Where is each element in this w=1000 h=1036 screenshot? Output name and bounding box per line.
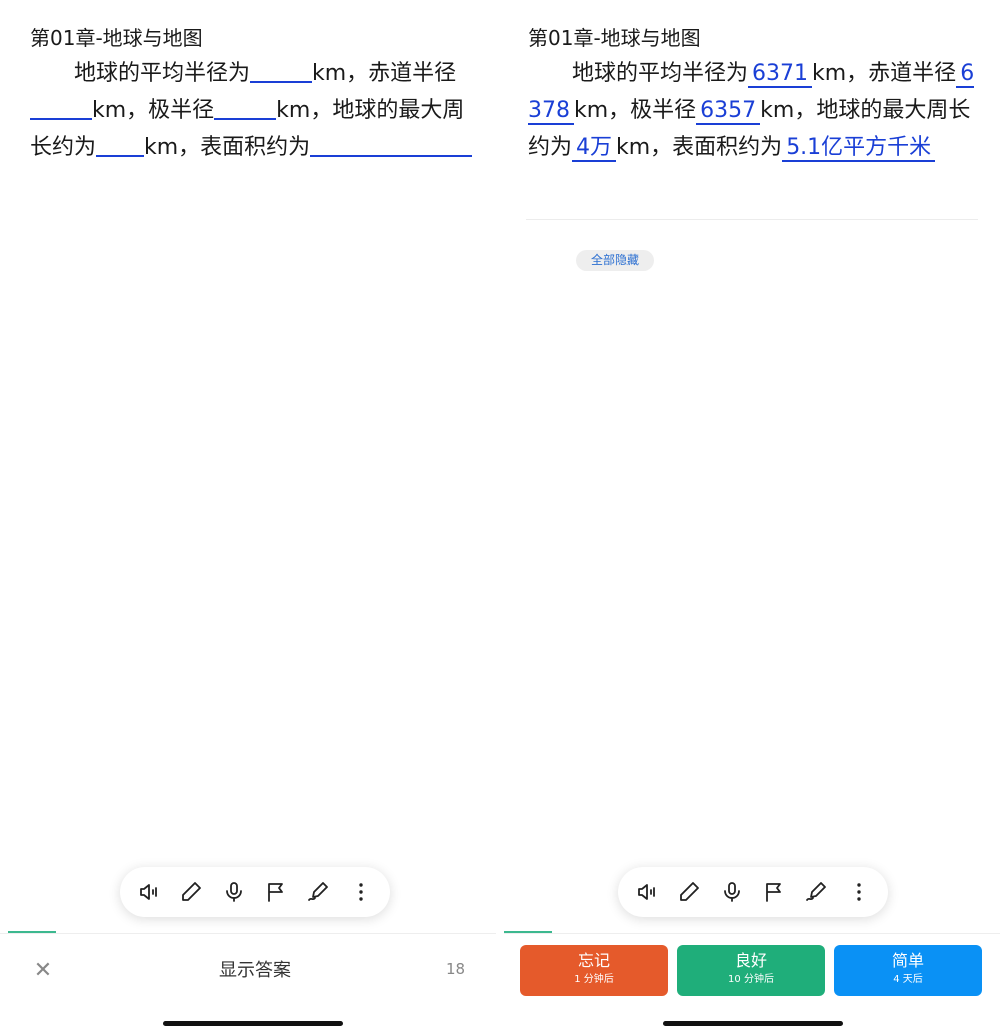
hide-all-button[interactable]: 全部隐藏 [576, 250, 654, 271]
microphone-icon[interactable] [715, 875, 749, 909]
deck-title: 第01章-地球与地图 [528, 26, 701, 50]
good-button[interactable]: 良好 10 分钟后 [677, 945, 825, 996]
easy-button[interactable]: 简单 4 天后 [834, 945, 982, 996]
speaker-icon[interactable] [630, 875, 664, 909]
show-answer-button[interactable]: 显示答案 [190, 956, 320, 986]
cloze-answer-3: 6357 [696, 98, 761, 125]
close-icon[interactable]: ✕ [30, 958, 56, 984]
more-icon[interactable] [344, 875, 378, 909]
easy-label: 简单 [891, 951, 924, 970]
good-label: 良好 [734, 951, 767, 970]
cloze-text-segment: km，表面积约为 [144, 135, 311, 160]
question-screen: 第01章-地球与地图 地球的平均半径为 km，赤道半径km，极半径 km，地球的最大… [0, 0, 496, 1036]
cloze-text-segment: km，表面积约为 [616, 135, 783, 160]
again-interval: 1 分钟后 [574, 974, 614, 985]
cloze-blank-4[interactable] [96, 130, 145, 157]
cloze-answer-text: 地球的平均半径为 6371 km，赤道半径 6378 km，极半径 6357 km，地球的最… [528, 55, 976, 166]
home-indicator [163, 1021, 343, 1026]
draw-icon[interactable] [799, 875, 833, 909]
again-label: 忘记 [577, 951, 610, 970]
good-interval: 10 分钟后 [728, 974, 774, 985]
cloze-text-segment: 地球的平均半径为 [572, 61, 749, 86]
footer-divider [0, 933, 496, 934]
more-icon[interactable] [842, 875, 876, 909]
cloze-text-segment: 地球的平均半径为 [74, 61, 251, 86]
cloze-blank-5-continued[interactable] [442, 130, 473, 157]
cloze-text-segment: km，赤道半径 [812, 61, 957, 86]
deck-title: 第01章-地球与地图 [30, 26, 203, 50]
flag-icon[interactable] [757, 875, 791, 909]
draw-icon[interactable] [301, 875, 335, 909]
pencil-icon[interactable] [672, 875, 706, 909]
answer-divider [526, 219, 978, 220]
answer-screen: 第01章-地球与地图 地球的平均半径为 6371 km，赤道半径 6378 km，极半径… [504, 0, 1000, 1036]
home-indicator [663, 1021, 843, 1026]
again-button[interactable]: 忘记 1 分钟后 [520, 945, 668, 996]
remaining-count: 18 [446, 960, 466, 978]
pencil-icon[interactable] [174, 875, 208, 909]
card-toolbar [618, 867, 888, 917]
card-toolbar [120, 867, 390, 917]
easy-interval: 4 天后 [893, 974, 923, 985]
cloze-blank-3[interactable] [214, 93, 277, 120]
footer-divider [504, 933, 1000, 934]
cloze-text-segment: km，赤道半径 [312, 61, 457, 86]
speaker-icon[interactable] [132, 875, 166, 909]
cloze-answer-4: 4万 [572, 135, 617, 162]
cloze-blank-1[interactable] [250, 56, 313, 83]
cloze-answer-5: 5.1亿平方千米 [782, 135, 936, 162]
cloze-blank-5[interactable] [310, 130, 443, 157]
cloze-text-segment: km，极半径 [92, 98, 215, 123]
cloze-blank-2[interactable] [30, 93, 92, 120]
flag-icon[interactable] [259, 875, 293, 909]
cloze-answer-1: 6371 [748, 61, 813, 88]
microphone-icon[interactable] [217, 875, 251, 909]
cloze-text-segment: km，极半径 [574, 98, 697, 123]
cloze-question-text: 地球的平均半径为 km，赤道半径km，极半径 km，地球的最大周长约为 km，表面积约… [30, 55, 478, 166]
